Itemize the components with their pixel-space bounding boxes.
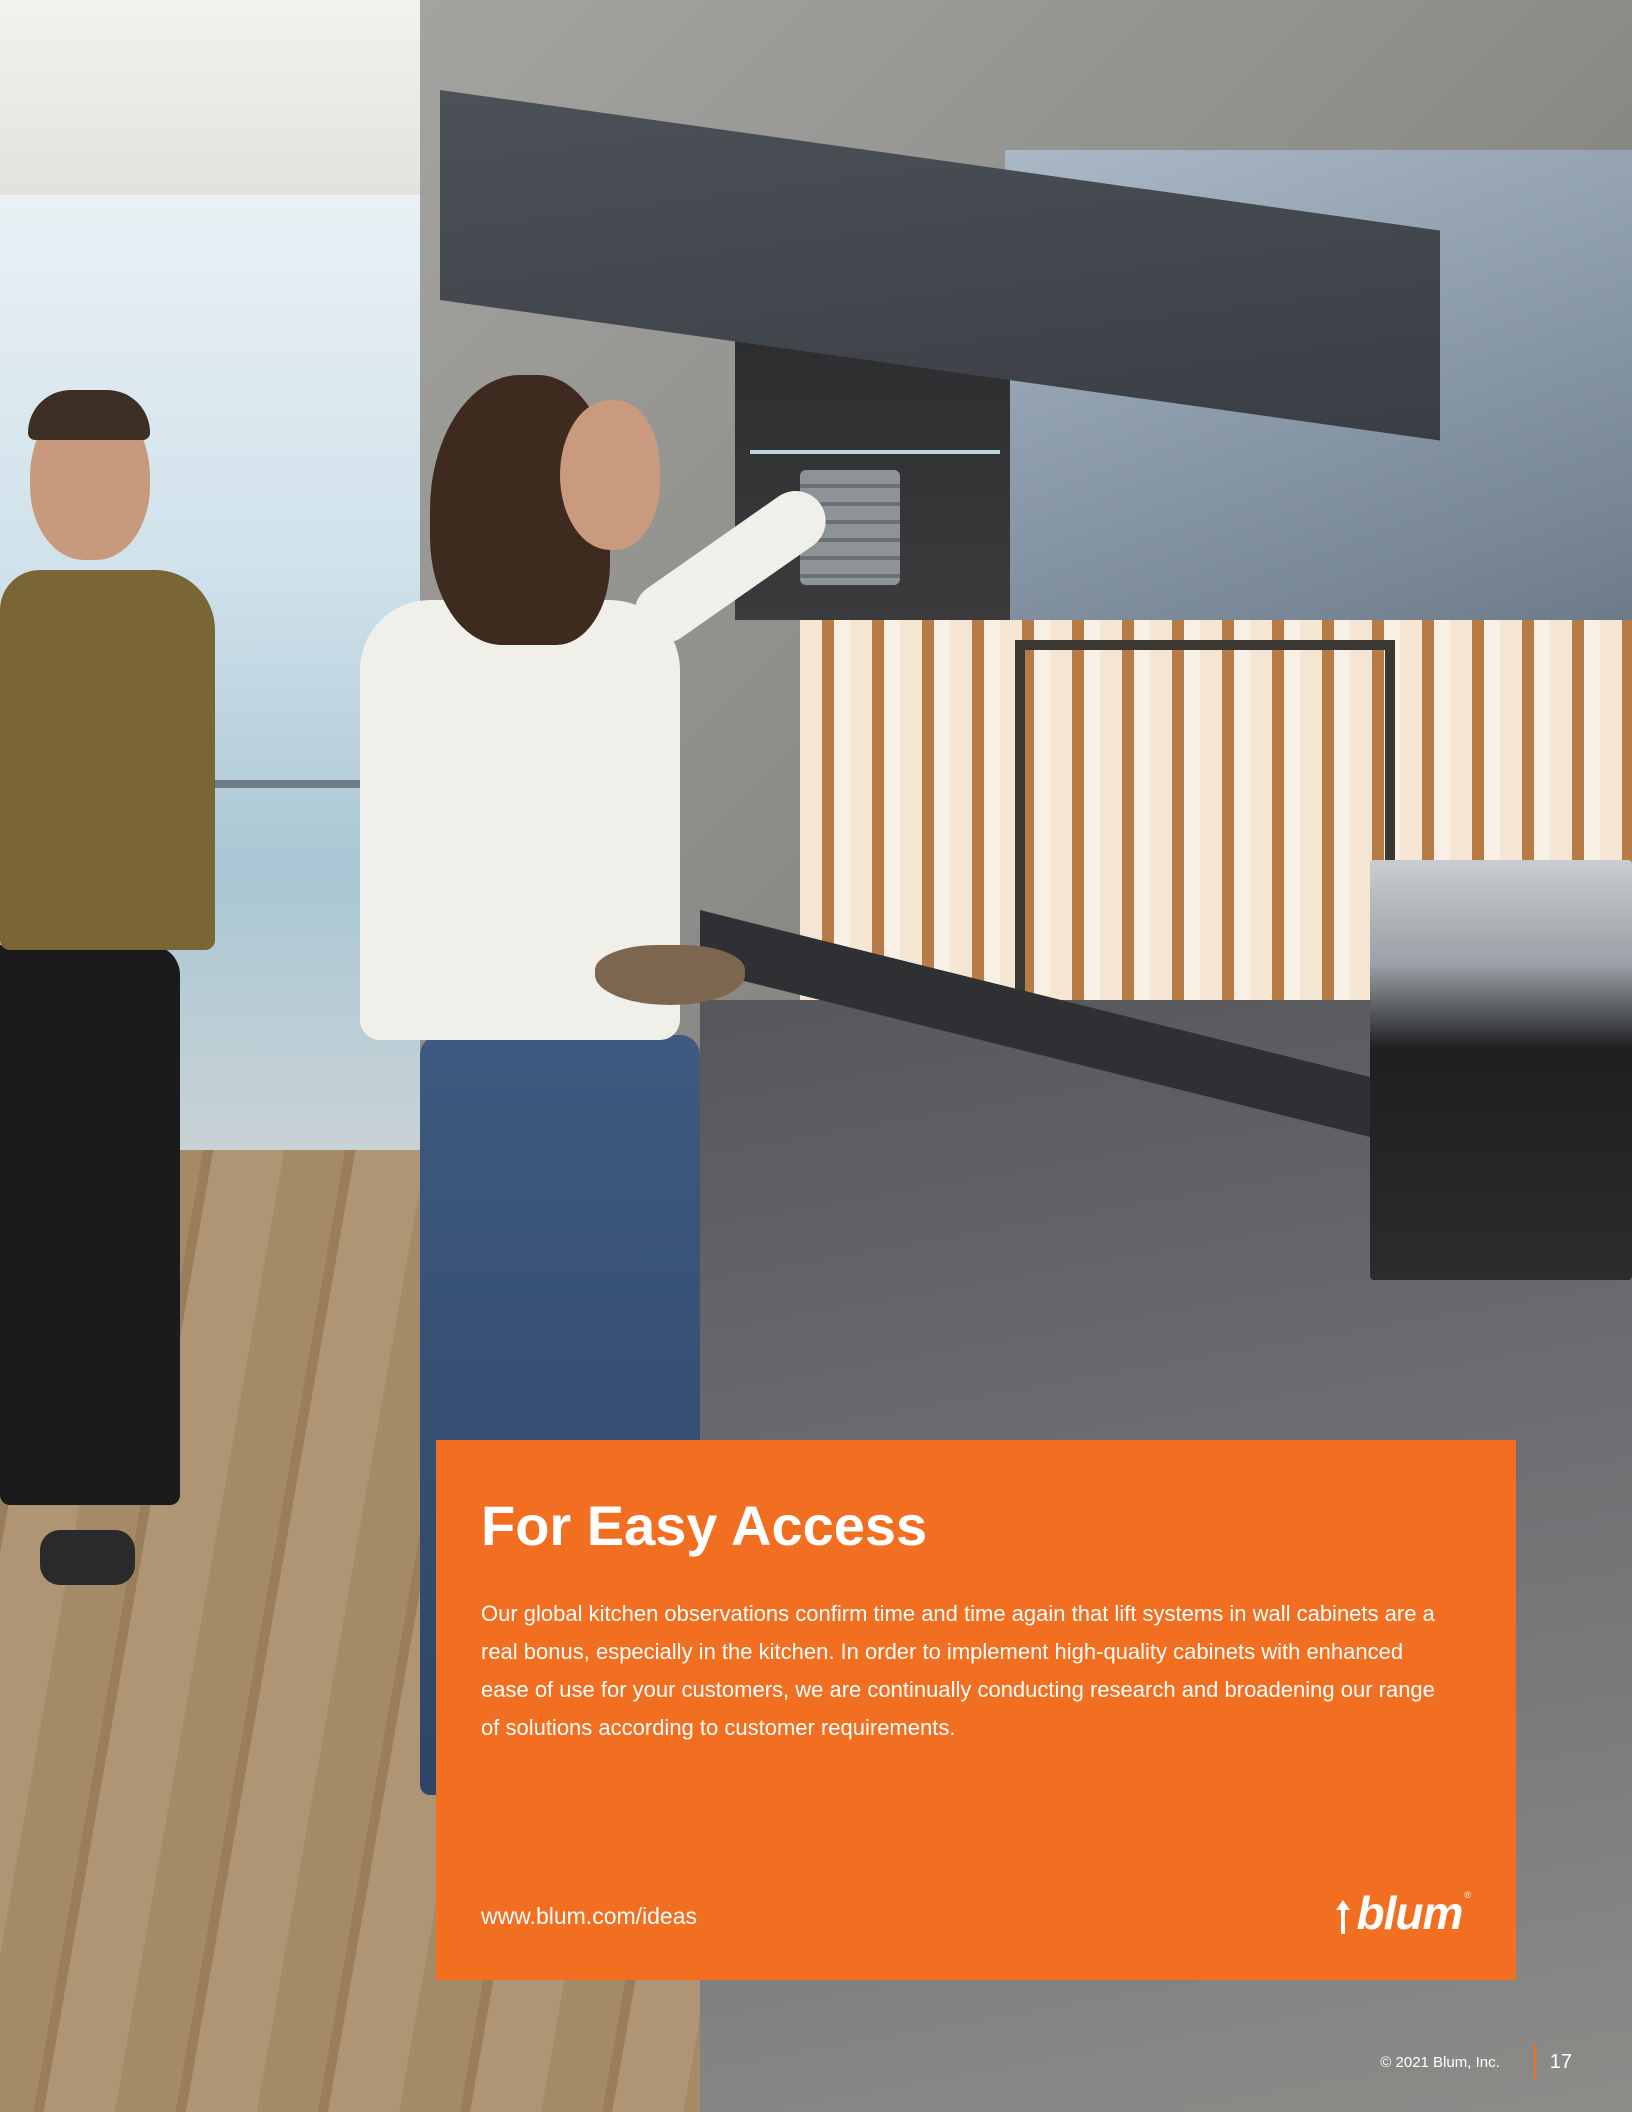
blum-logo-text: blum bbox=[1356, 1887, 1463, 1939]
website-link[interactable]: www.blum.com/ideas bbox=[481, 1903, 697, 1930]
info-panel: For Easy Access Our global kitchen obser… bbox=[436, 1440, 1516, 1980]
espresso-machine bbox=[1370, 860, 1632, 1280]
glass-shelf bbox=[750, 450, 1000, 454]
woman-head bbox=[560, 400, 660, 550]
panel-title: For Easy Access bbox=[481, 1494, 928, 1557]
footer-divider bbox=[1533, 2045, 1536, 2079]
man-hair bbox=[28, 390, 150, 440]
blum-arrow-icon bbox=[1336, 1900, 1351, 1934]
blum-logo: blum ® bbox=[1334, 1890, 1471, 1936]
page-number: 17 bbox=[1549, 2050, 1572, 2073]
man-legs bbox=[0, 945, 180, 1505]
bowl-in-hand bbox=[595, 945, 745, 1005]
man-shoe bbox=[40, 1530, 135, 1585]
man-torso bbox=[0, 570, 215, 950]
copyright-text: © 2021 Blum, Inc. bbox=[1380, 2053, 1500, 2071]
page-footer: © 2021 Blum, Inc. 17 bbox=[1380, 2045, 1572, 2079]
registered-mark: ® bbox=[1464, 1890, 1471, 1900]
panel-body-text: Our global kitchen observations confirm … bbox=[481, 1601, 1435, 1740]
